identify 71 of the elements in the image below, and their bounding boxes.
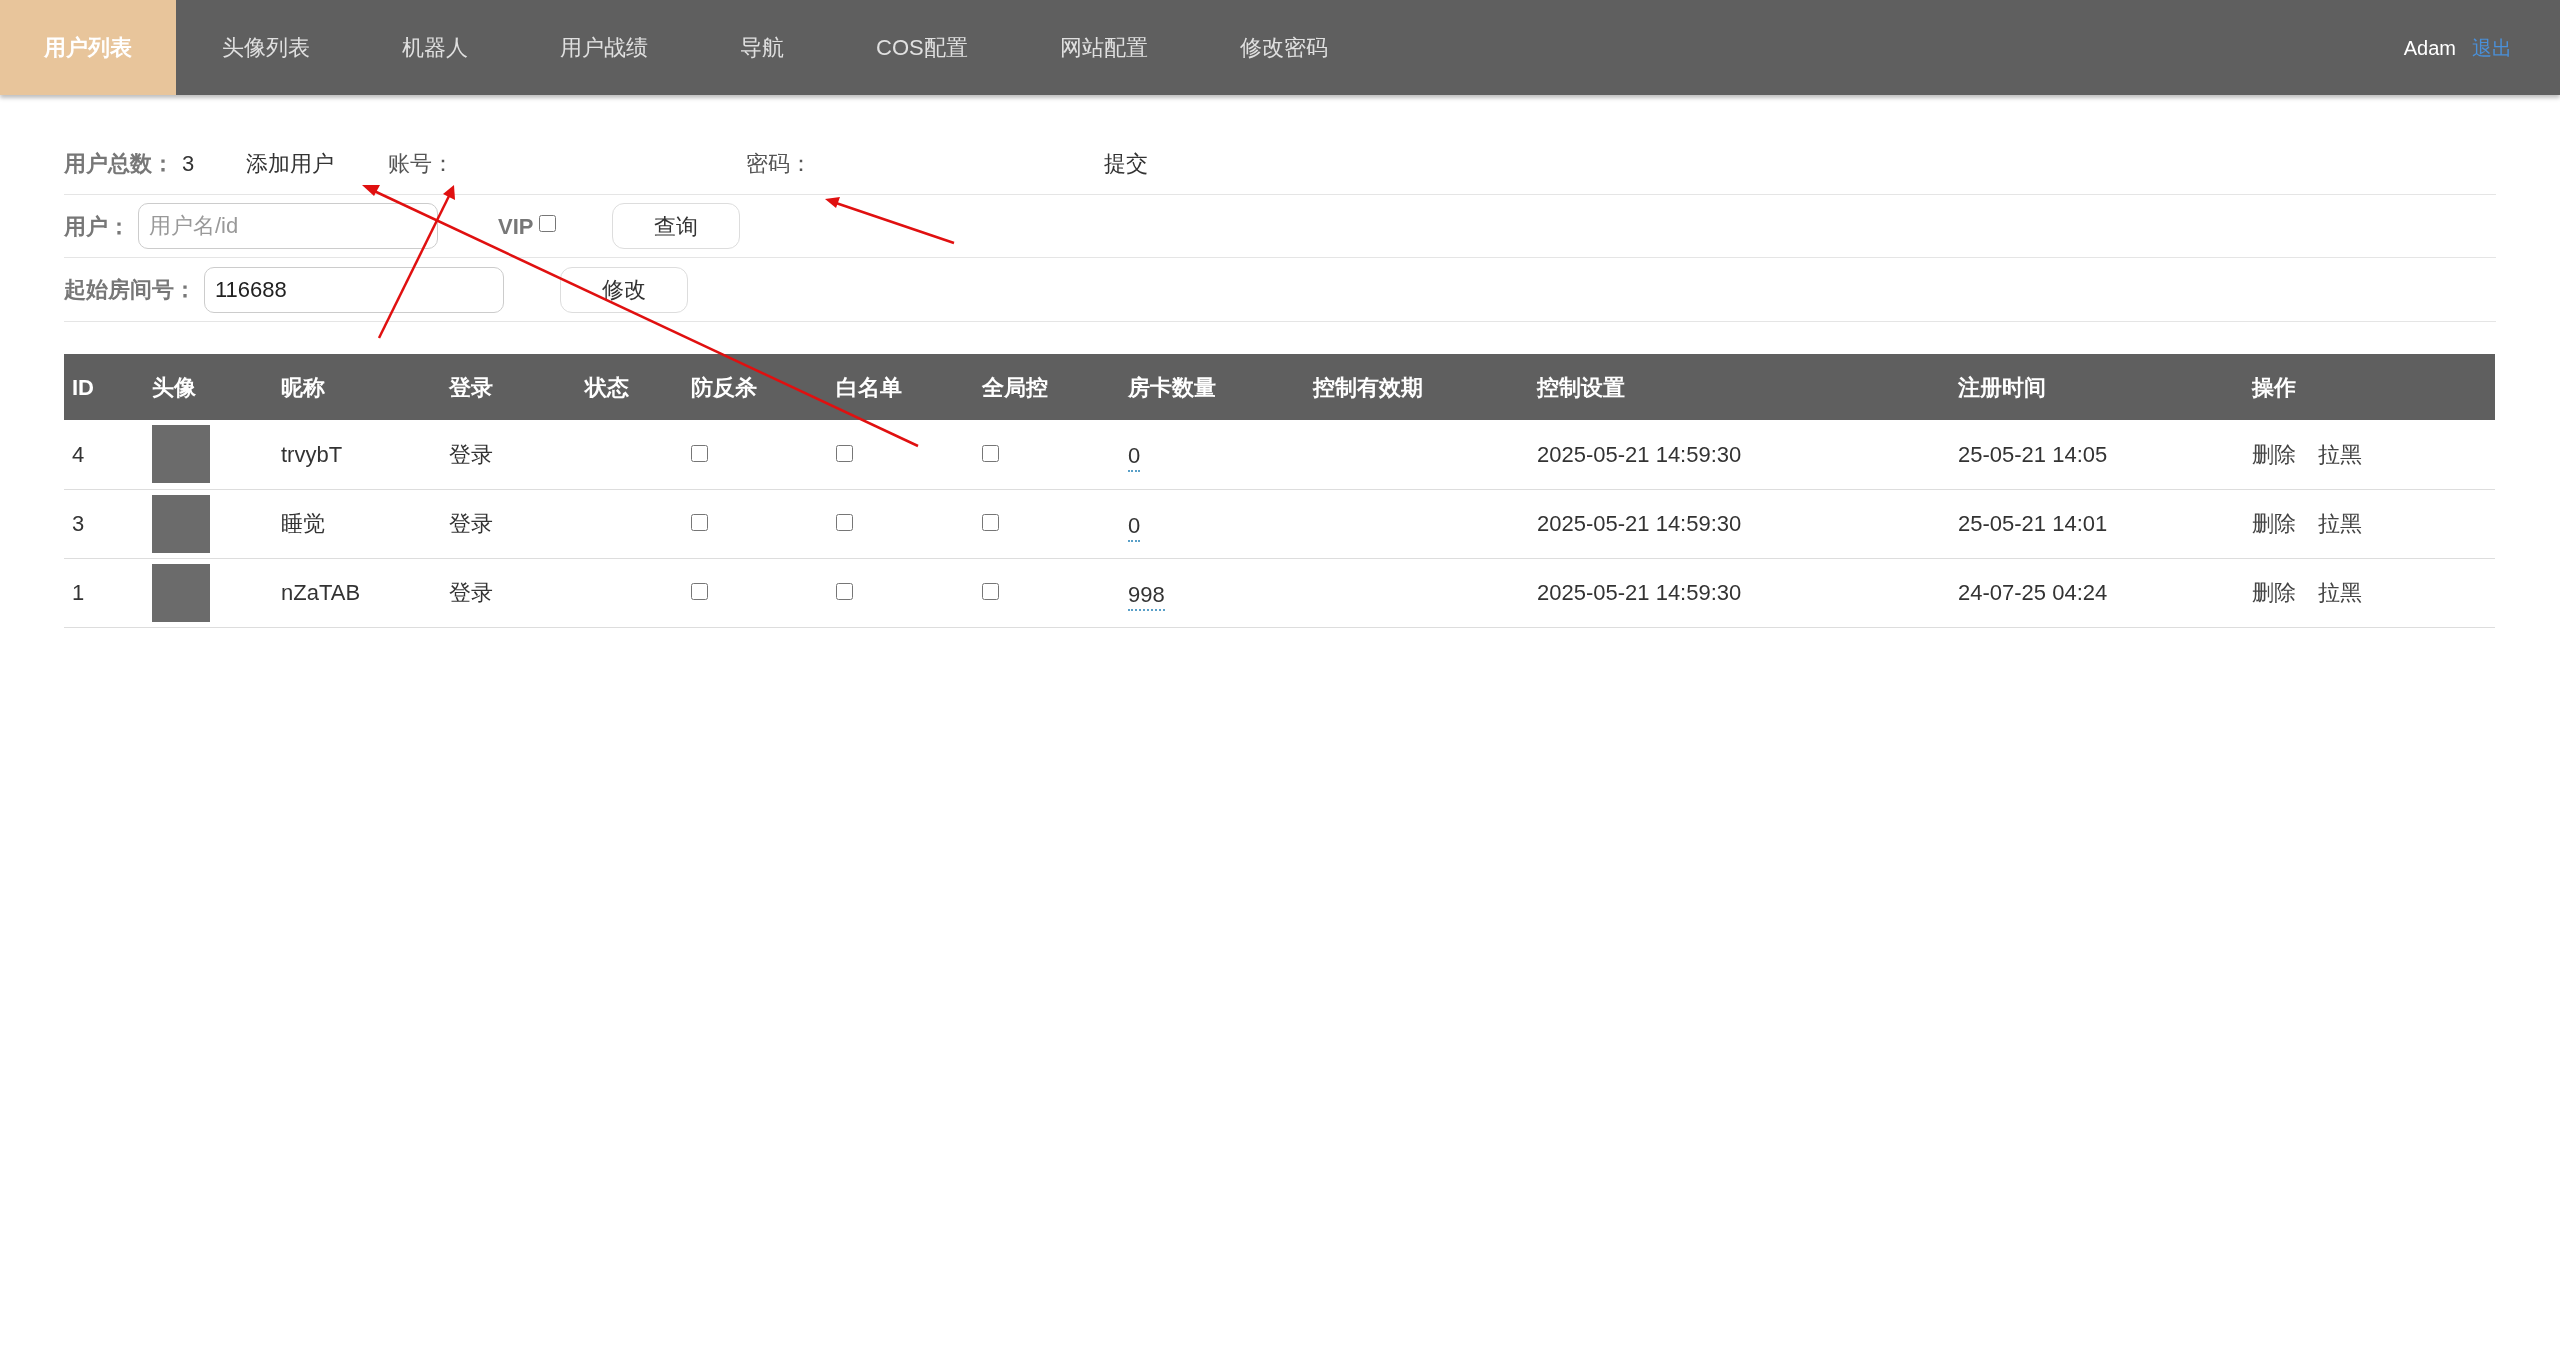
column-header: 控制设置 xyxy=(1529,354,1950,420)
table-cell: 3 xyxy=(72,511,85,536)
column-header: 控制有效期 xyxy=(1305,354,1529,420)
nav-tab[interactable]: 机器人 xyxy=(356,0,514,95)
checkbox[interactable] xyxy=(836,514,853,531)
checkbox[interactable] xyxy=(982,444,999,462)
action-link[interactable]: 拉黑 xyxy=(2318,441,2362,467)
vip-checkbox[interactable] xyxy=(539,214,557,232)
checkbox[interactable] xyxy=(836,583,853,600)
avatar-photo-placeholder xyxy=(152,563,210,622)
table-cell: trvybT xyxy=(281,441,343,467)
column-header: 白名单 xyxy=(828,354,974,420)
column-header: 全局控 xyxy=(974,354,1120,420)
checkbox[interactable] xyxy=(982,514,999,531)
nav-tab[interactable]: 修改密码 xyxy=(1193,0,1374,95)
checkbox[interactable] xyxy=(691,583,708,600)
table-cell: 25-05-21 14:01 xyxy=(1958,511,2108,536)
column-header: 操作 xyxy=(2244,354,2495,420)
nav-tab[interactable]: 头像列表 xyxy=(176,0,356,95)
room-card-count-link[interactable]: 0 xyxy=(1128,505,1141,542)
table-cell: 2025-05-21 14:59:30 xyxy=(1537,511,1742,536)
table-cell: 24-07-25 04:24 xyxy=(1958,580,2108,605)
column-header: 头像 xyxy=(144,354,273,420)
column-header: 注册时间 xyxy=(1950,354,2244,420)
username: Adam xyxy=(2403,35,2456,61)
action-link[interactable]: 拉黑 xyxy=(2318,580,2362,605)
action-link[interactable]: 删除 xyxy=(2252,580,2296,605)
avatar-photo-placeholder xyxy=(152,425,210,484)
modify-button[interactable]: 修改 xyxy=(560,266,688,313)
table-cell: nZaTAB xyxy=(281,580,361,605)
column-header: ID xyxy=(64,354,144,420)
login-link[interactable]: 登录 xyxy=(449,580,493,605)
column-header: 房卡数量 xyxy=(1120,354,1305,420)
action-link[interactable]: 删除 xyxy=(2252,511,2296,536)
column-header: 状态 xyxy=(577,354,683,420)
action-link[interactable]: 拉黑 xyxy=(2318,511,2362,536)
table-cell: 2025-05-21 14:59:30 xyxy=(1537,580,1742,605)
nav-tab[interactable]: COS配置 xyxy=(830,0,1014,95)
password-label: 密码： xyxy=(746,150,813,178)
checkbox[interactable] xyxy=(691,444,708,462)
table-cell: 25-05-21 14:05 xyxy=(1958,441,2108,467)
query-button[interactable]: 查询 xyxy=(612,203,741,249)
user-search-field[interactable]: 用户名/id xyxy=(138,203,438,249)
nav-tab[interactable]: 网站配置 xyxy=(1013,0,1194,95)
login-link[interactable]: 登录 xyxy=(449,511,493,536)
table-cell: 2025-05-21 14:59:30 xyxy=(1537,441,1742,467)
checkbox[interactable] xyxy=(982,583,999,600)
column-header: 昵称 xyxy=(273,354,441,420)
vip-label: VIP xyxy=(498,212,534,241)
add-user-link[interactable]: 添加用户 xyxy=(246,147,335,180)
table-cell: 睡觉 xyxy=(281,511,325,536)
total-count: 3 xyxy=(182,150,195,178)
room-card-count-link[interactable]: 0 xyxy=(1128,436,1141,473)
start-room-label: 起始房间号： xyxy=(64,276,196,304)
room-card-count-link[interactable]: 998 xyxy=(1128,574,1165,611)
nav-tab[interactable]: 导航 xyxy=(694,0,830,95)
checkbox[interactable] xyxy=(691,514,708,531)
avatar-photo-placeholder xyxy=(152,494,210,553)
column-header: 防反杀 xyxy=(683,354,828,420)
column-header: 登录 xyxy=(441,354,577,420)
user-label: 用户： xyxy=(64,212,130,241)
login-link[interactable]: 登录 xyxy=(449,441,493,467)
nav-tab[interactable]: 用户战绩 xyxy=(514,0,694,95)
action-link[interactable]: 删除 xyxy=(2252,441,2296,467)
total-label: 用户总数： xyxy=(64,150,174,178)
table-cell: 4 xyxy=(72,441,85,467)
start-room-field[interactable]: 116688 xyxy=(204,266,504,313)
table-cell: 1 xyxy=(72,580,85,605)
checkbox[interactable] xyxy=(836,444,853,462)
submit-button[interactable]: 提交 xyxy=(1104,147,1149,180)
account-label: 账号： xyxy=(388,150,455,178)
